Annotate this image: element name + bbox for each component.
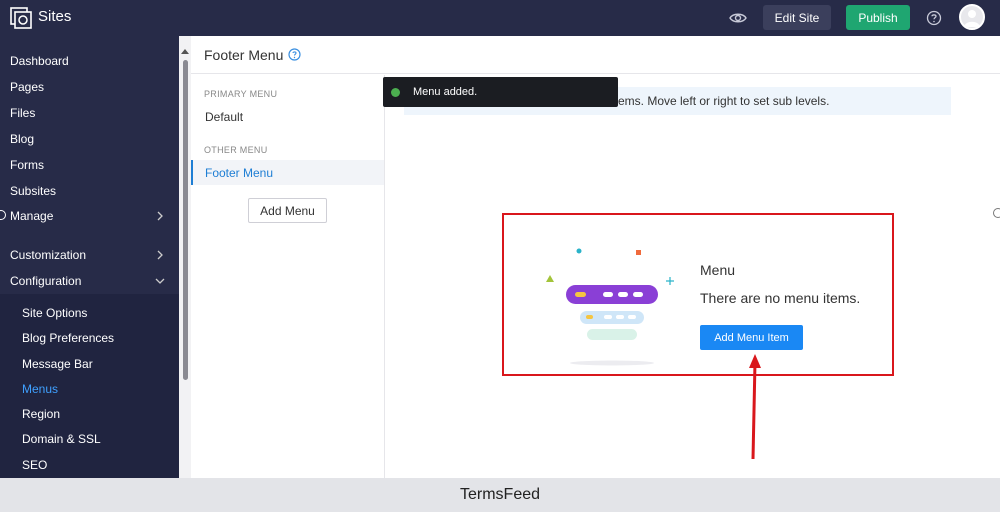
sidebar-item-blog[interactable]: Blog xyxy=(10,129,34,149)
sites-logo-icon xyxy=(10,7,32,29)
submenu-item-message-bar[interactable]: Message Bar xyxy=(22,355,93,373)
sidebar: Dashboard Pages Files Blog Forms Subsite… xyxy=(0,36,179,478)
menu-list-panel: PRIMARY MENU Default OTHER MENU Footer M… xyxy=(191,75,385,478)
submenu-item-seo[interactable]: SEO xyxy=(22,456,47,474)
avatar[interactable] xyxy=(959,4,985,30)
edit-site-button[interactable]: Edit Site xyxy=(763,5,831,30)
empty-state-title: Menu xyxy=(700,262,736,278)
sidebar-scroll-thumb[interactable] xyxy=(183,60,188,380)
toast-notification: Menu added. xyxy=(383,77,618,107)
sidebar-item-subsites[interactable]: Subsites xyxy=(10,181,56,201)
info-banner-text: ems. Move left or right to set sub level… xyxy=(618,94,830,108)
configuration-submenu: Site Options Blog Preferences Message Ba… xyxy=(0,294,179,478)
sidebar-item-forms[interactable]: Forms xyxy=(10,155,44,175)
submenu-item-menus[interactable]: Menus xyxy=(22,380,58,398)
menu-entry-footer-menu[interactable]: Footer Menu xyxy=(191,160,384,185)
submenu-item-blog-preferences[interactable]: Blog Preferences xyxy=(22,329,114,347)
add-menu-button[interactable]: Add Menu xyxy=(248,198,327,223)
sidebar-item-pages[interactable]: Pages xyxy=(10,77,44,97)
panel-toggle-icon[interactable] xyxy=(993,208,1000,218)
menu-entry-default[interactable]: Default xyxy=(191,104,384,129)
app-title: Sites xyxy=(38,8,72,25)
success-dot-icon xyxy=(391,87,400,97)
submenu-item-region[interactable]: Region xyxy=(22,405,60,423)
submenu-item-domain-ssl[interactable]: Domain & SSL xyxy=(22,430,101,448)
submenu-item-site-options[interactable]: Site Options xyxy=(22,304,87,322)
top-bar: Sites Edit Site Publish xyxy=(0,0,1000,36)
content-header: Footer Menu xyxy=(191,36,1000,74)
primary-menu-heading: PRIMARY MENU xyxy=(204,89,278,99)
chevron-right-icon xyxy=(157,250,163,260)
help-circle-icon[interactable] xyxy=(288,48,301,61)
chevron-right-icon xyxy=(157,211,163,221)
empty-state-message: There are no menu items. xyxy=(700,290,861,306)
chevron-down-icon xyxy=(155,278,165,284)
publish-button[interactable]: Publish xyxy=(846,5,910,30)
sidebar-item-manage[interactable]: Manage xyxy=(10,206,53,226)
sidebar-item-customization[interactable]: Customization xyxy=(10,245,86,265)
user-icon xyxy=(964,10,980,27)
question-circle-icon[interactable] xyxy=(926,10,942,26)
watermark-footer: TermsFeed xyxy=(0,478,1000,512)
annotation-arrow-icon xyxy=(749,354,761,460)
add-menu-item-button[interactable]: Add Menu Item xyxy=(700,325,803,350)
eye-icon[interactable] xyxy=(729,10,747,26)
footer-text: TermsFeed xyxy=(459,486,541,503)
other-menu-heading: OTHER MENU xyxy=(204,145,268,155)
sidebar-item-files[interactable]: Files xyxy=(10,103,35,123)
sidebar-item-dashboard[interactable]: Dashboard xyxy=(10,51,69,71)
sidebar-item-configuration[interactable]: Configuration xyxy=(10,271,81,291)
empty-menu-illustration xyxy=(546,248,674,366)
toast-text: Menu added. xyxy=(413,86,478,98)
page-title: Footer Menu xyxy=(204,47,284,63)
scroll-up-arrow-icon[interactable] xyxy=(181,49,189,54)
